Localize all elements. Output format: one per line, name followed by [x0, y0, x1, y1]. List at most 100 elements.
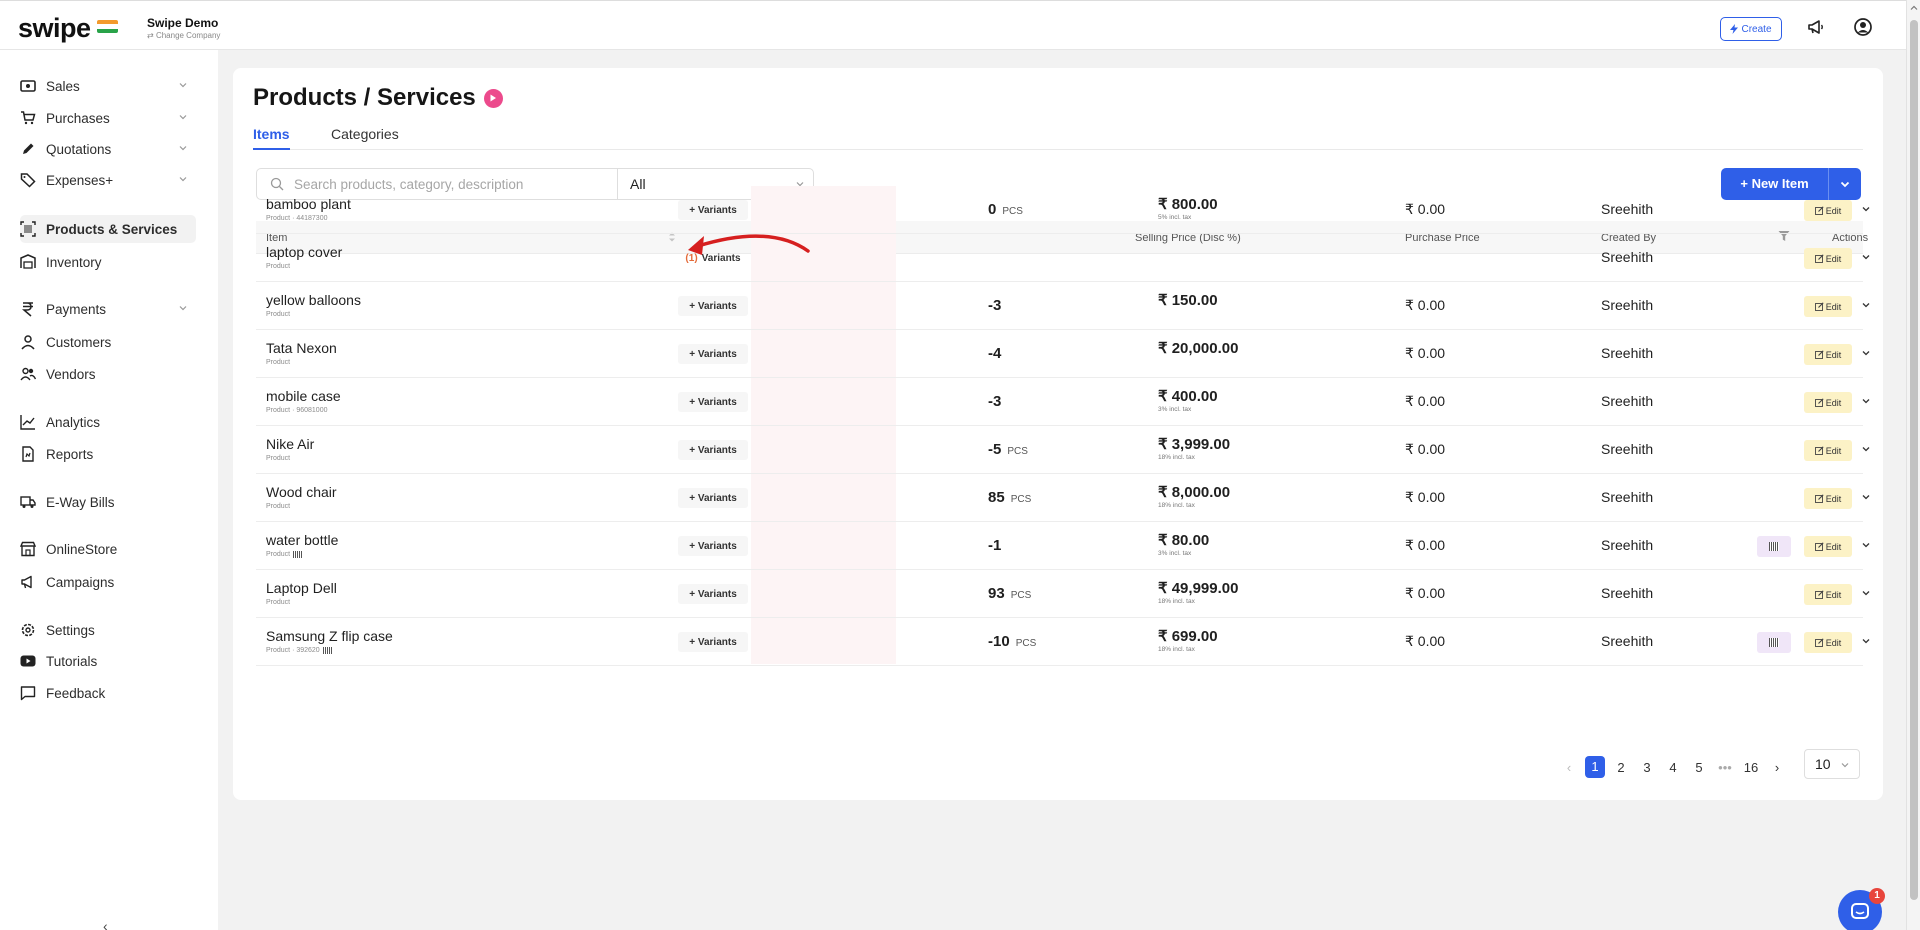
next-page-button[interactable]: ›	[1764, 760, 1790, 775]
sidebar-item-payments[interactable]: Payments	[20, 295, 196, 323]
company-change-link[interactable]: ⇄ Change Company	[147, 31, 220, 40]
sidebar-item-onlinestore[interactable]: OnlineStore	[20, 535, 196, 563]
row-actions-dropdown-icon[interactable]	[1861, 588, 1871, 598]
page-button[interactable]: 4	[1660, 760, 1686, 775]
edit-button[interactable]: Edit	[1804, 344, 1852, 365]
sidebar-item-inventory[interactable]: Inventory	[20, 248, 196, 276]
add-variants-button[interactable]: + Variants	[678, 392, 748, 412]
item-name[interactable]: water bottle	[266, 532, 338, 548]
item-name[interactable]: laptop cover	[266, 244, 342, 260]
stock-unit: PCS	[1010, 590, 1032, 601]
edit-button[interactable]: Edit	[1804, 632, 1852, 653]
table-row[interactable]: Wood chair Product + Variants 85 PCS ₹ 8,000.…	[256, 474, 1870, 522]
add-variants-button[interactable]: + Variants	[678, 440, 748, 460]
tab-items[interactable]: Items	[253, 126, 290, 150]
pagination: ‹ 1 2 3 4 5 ••• 16 ›	[1556, 755, 1790, 779]
play-video-icon[interactable]	[483, 88, 503, 108]
add-variants-button[interactable]: + Variants	[678, 632, 748, 652]
sidebar-item-tutorials[interactable]: Tutorials	[20, 647, 196, 675]
row-actions-dropdown-icon[interactable]	[1861, 300, 1871, 310]
add-variants-button[interactable]: + Variants	[678, 200, 748, 220]
table-row[interactable]: yellow balloons Product + Variants -3 ₹ 150.…	[256, 282, 1870, 330]
barcode-button[interactable]	[1757, 536, 1791, 557]
edit-icon	[1814, 398, 1824, 407]
row-actions-dropdown-icon[interactable]	[1861, 540, 1871, 550]
create-button[interactable]: Create	[1720, 17, 1782, 41]
row-actions-dropdown-icon[interactable]	[1861, 444, 1871, 454]
page-button[interactable]: 16	[1738, 760, 1764, 775]
created-by: Sreehith	[1601, 345, 1654, 361]
edit-button[interactable]: Edit	[1804, 488, 1852, 509]
item-name[interactable]: Tata Nexon	[266, 340, 337, 356]
add-variants-button[interactable]: + Variants	[678, 296, 748, 316]
row-actions-dropdown-icon[interactable]	[1861, 204, 1871, 214]
stock-quantity: -1	[988, 537, 1001, 554]
sidebar-item-label: Vendors	[46, 366, 96, 382]
item-name[interactable]: bamboo plant	[266, 196, 351, 212]
sidebar-item-campaigns[interactable]: Campaigns	[20, 568, 196, 596]
item-name[interactable]: Laptop Dell	[266, 580, 337, 596]
table-row[interactable]: Samsung Z flip case Product · 392620 + Var…	[256, 618, 1870, 666]
add-variants-button[interactable]: + Variants	[678, 488, 748, 508]
item-name[interactable]: Nike Air	[266, 436, 314, 452]
add-variants-button[interactable]: + Variants	[678, 344, 748, 364]
sidebar-item-purchases[interactable]: Purchases	[20, 104, 196, 132]
edit-button[interactable]: Edit	[1804, 536, 1852, 557]
user-circle-icon[interactable]	[1853, 17, 1873, 37]
row-actions-dropdown-icon[interactable]	[1861, 348, 1871, 358]
item-name[interactable]: Wood chair	[266, 484, 337, 500]
edit-button[interactable]: Edit	[1804, 200, 1852, 221]
row-actions-dropdown-icon[interactable]	[1861, 636, 1871, 646]
page-button[interactable]: 3	[1634, 760, 1660, 775]
sidebar-item-feedback[interactable]: Feedback	[20, 679, 196, 707]
add-variants-button[interactable]: + Variants	[678, 584, 748, 604]
item-name[interactable]: yellow balloons	[266, 292, 361, 308]
edit-button[interactable]: Edit	[1804, 392, 1852, 413]
table-row[interactable]: Tata Nexon Product + Variants -4 ₹ 20,000.00…	[256, 330, 1870, 378]
edit-button[interactable]: Edit	[1804, 440, 1852, 461]
item-name[interactable]: Samsung Z flip case	[266, 628, 393, 644]
stock-value: -3	[988, 297, 1002, 314]
page-size-select[interactable]: 10	[1804, 749, 1860, 779]
sidebar-item-analytics[interactable]: Analytics	[20, 408, 196, 436]
item-name[interactable]: mobile case	[266, 388, 341, 404]
table-row[interactable]: mobile case Product · 96081000 + Variants -…	[256, 378, 1870, 426]
app-logo[interactable]: swipe	[18, 13, 91, 44]
company-switcher[interactable]: Swipe Demo ⇄ Change Company	[147, 16, 220, 40]
prev-page-button[interactable]: ‹	[1556, 760, 1582, 775]
sidebar-item-vendors[interactable]: Vendors	[20, 360, 196, 388]
table-row[interactable]: Nike Air Product + Variants -5 PCS ₹ 3,999.00…	[256, 426, 1870, 474]
sidebar-item-e-way-bills[interactable]: E-Way Bills	[20, 488, 196, 516]
collapse-sidebar-icon[interactable]: ‹	[103, 918, 108, 930]
vertical-scrollbar[interactable]	[1906, 0, 1920, 930]
page-button[interactable]: 5	[1686, 760, 1712, 775]
edit-button[interactable]: Edit	[1804, 296, 1852, 317]
row-actions-dropdown-icon[interactable]	[1861, 492, 1871, 502]
page-button[interactable]: 2	[1608, 760, 1634, 775]
sidebar-item-sales[interactable]: Sales	[20, 72, 196, 100]
sidebar-item-quotations[interactable]: Quotations	[20, 135, 196, 163]
sidebar-item-products-services[interactable]: Products & Services	[20, 215, 196, 243]
barcode-button[interactable]	[1757, 632, 1791, 653]
add-variants-button[interactable]: + Variants	[678, 536, 748, 556]
sidebar-item-reports[interactable]: Reports	[20, 440, 196, 468]
table-row[interactable]: water bottle Product + Variants -1 ₹ 80.00 3%…	[256, 522, 1870, 570]
table-row[interactable]: laptop cover Product (1) Variants Sreehith Ed…	[256, 234, 1870, 282]
sidebar-item-customers[interactable]: Customers	[20, 328, 196, 356]
item-type: Product	[266, 359, 291, 366]
edit-button[interactable]: Edit	[1804, 248, 1852, 269]
table-row[interactable]: Laptop Dell Product + Variants 93 PCS ₹ 49,99…	[256, 570, 1870, 618]
barcode-box-icon	[20, 221, 36, 237]
scroll-up-icon[interactable]	[1910, 4, 1918, 12]
page-ellipsis[interactable]: •••	[1712, 760, 1738, 775]
sidebar-item-expenses[interactable]: Expenses+	[20, 166, 196, 194]
table-row[interactable]: bamboo plant Product · 44187300 + Variants…	[256, 186, 1870, 234]
row-actions-dropdown-icon[interactable]	[1861, 396, 1871, 406]
tab-categories[interactable]: Categories	[331, 126, 399, 150]
edit-button[interactable]: Edit	[1804, 584, 1852, 605]
megaphone-icon[interactable]	[1806, 17, 1826, 37]
sidebar-item-settings[interactable]: Settings	[20, 616, 196, 644]
scrollbar-thumb[interactable]	[1910, 20, 1918, 900]
row-actions-dropdown-icon[interactable]	[1861, 252, 1871, 262]
page-button-current[interactable]: 1	[1585, 756, 1605, 778]
